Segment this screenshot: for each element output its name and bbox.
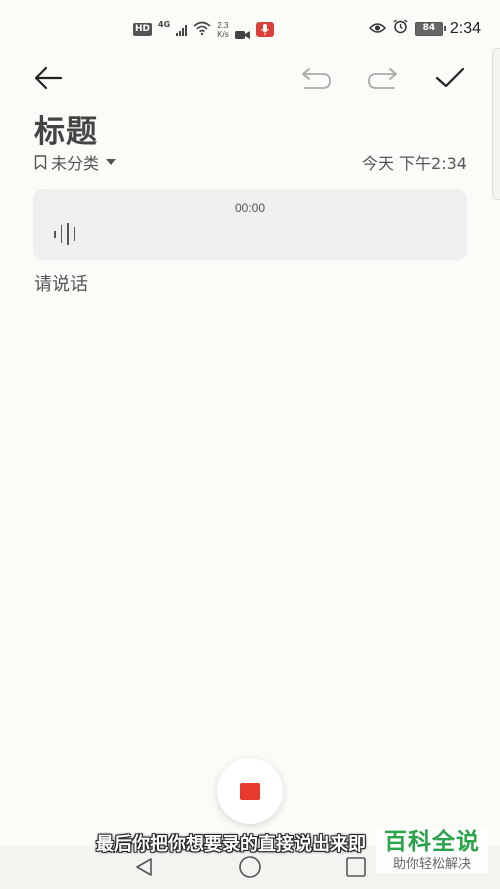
status-bar: HD 4G 2.3 K/s 84 2:34 xyxy=(0,0,500,58)
editor-toolbar xyxy=(0,58,500,98)
recording-time: 00:00 xyxy=(234,201,266,215)
note-date: 今天 下午2:34 xyxy=(361,154,467,173)
category-label: 未分类 xyxy=(51,154,100,173)
camera-icon xyxy=(234,25,250,39)
speed-value: 2.3 xyxy=(217,20,229,30)
bookmark-icon xyxy=(34,154,47,170)
save-button[interactable] xyxy=(430,58,470,98)
check-icon xyxy=(435,67,465,88)
battery-icon: 84 xyxy=(414,21,446,36)
video-caption: 最后你把你想要录的直接说出来即 xyxy=(96,834,366,855)
network-speed: 2.3 K/s xyxy=(217,21,229,39)
redo-icon xyxy=(368,68,397,89)
watermark-logo: 百科全说 助你轻松解决 xyxy=(376,828,488,873)
circle-home-icon xyxy=(239,856,261,878)
redo-button[interactable] xyxy=(363,58,403,98)
waveform-icon xyxy=(54,223,75,245)
network-type: 4G xyxy=(158,20,171,29)
status-left-icons: HD 4G 2.3 K/s xyxy=(133,20,274,39)
square-recents-icon xyxy=(346,857,366,877)
wifi-icon xyxy=(193,20,211,39)
status-time: 2:34 xyxy=(449,19,481,37)
stop-recording-button[interactable] xyxy=(217,758,283,824)
mic-icon xyxy=(255,22,274,37)
note-meta-row: 未分类 今天 下午2:34 xyxy=(34,151,467,173)
speak-prompt: 请说话 xyxy=(34,274,88,295)
triangle-back-icon xyxy=(136,858,152,876)
back-button[interactable] xyxy=(28,58,68,98)
nav-back-button[interactable] xyxy=(131,855,157,879)
undo-icon xyxy=(302,68,331,89)
watermark-sub: 助你轻松解决 xyxy=(392,857,471,872)
stop-icon xyxy=(240,782,260,800)
caret-down-icon xyxy=(106,159,117,165)
eye-icon xyxy=(368,19,386,38)
category-selector[interactable]: 未分类 xyxy=(34,150,117,174)
nav-home-button[interactable] xyxy=(237,855,263,879)
speed-unit: K/s xyxy=(217,29,229,39)
note-title[interactable]: 标题 xyxy=(34,106,98,151)
watermark-main: 百科全说 xyxy=(384,829,480,855)
status-right-icons: 84 2:34 xyxy=(368,19,481,38)
nav-recents-button[interactable] xyxy=(343,855,369,879)
arrow-left-icon xyxy=(34,66,63,90)
hd-badge: HD xyxy=(133,23,153,36)
undo-button[interactable] xyxy=(296,58,336,98)
signal-icon xyxy=(176,24,188,36)
alarm-icon xyxy=(393,19,408,38)
recording-card[interactable]: 00:00 xyxy=(33,189,467,260)
